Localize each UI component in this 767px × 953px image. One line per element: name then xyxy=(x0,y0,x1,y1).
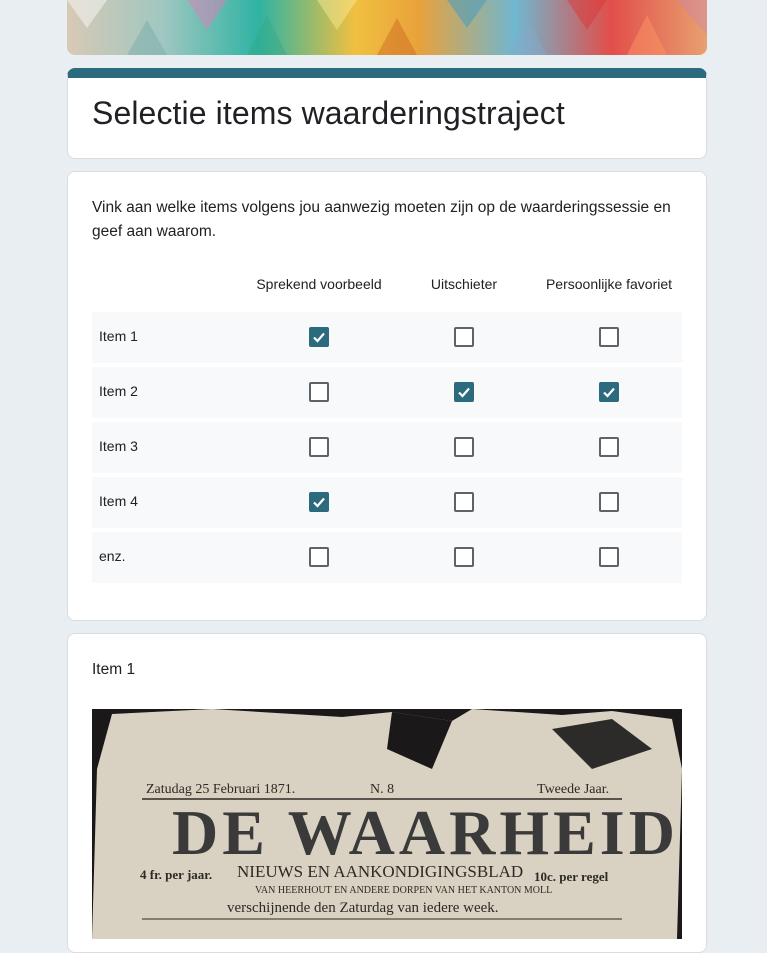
newspaper-image: Zatudag 25 Februari 1871. N. 8 Tweede Ja… xyxy=(92,709,682,939)
checkmark-icon xyxy=(313,497,325,508)
newspaper-year: Tweede Jaar. xyxy=(537,782,609,797)
checkmark-icon xyxy=(313,332,325,343)
grid-checkbox[interactable] xyxy=(599,437,619,457)
grid-checkbox[interactable] xyxy=(309,437,329,457)
newspaper-masthead: DE WAARHEID xyxy=(172,797,679,868)
newspaper-illustration: Zatudag 25 Februari 1871. N. 8 Tweede Ja… xyxy=(92,709,682,939)
grid-checkbox[interactable] xyxy=(454,327,474,347)
grid-checkbox[interactable] xyxy=(599,547,619,567)
header-banner xyxy=(67,0,707,55)
checkmark-icon xyxy=(458,387,470,398)
grid-row: Item 2 xyxy=(92,367,682,418)
grid-row-label: Item 2 xyxy=(99,383,138,399)
grid-checkbox[interactable] xyxy=(309,492,329,512)
newspaper-frequency: verschijnende den Zaturdag van iedere we… xyxy=(227,900,499,916)
checkmark-icon xyxy=(603,387,615,398)
newspaper-price-right: 10c. per regel xyxy=(534,869,609,884)
grid-checkbox[interactable] xyxy=(599,327,619,347)
banner-pattern xyxy=(67,0,707,55)
grid-row: Item 3 xyxy=(92,422,682,473)
grid-checkbox[interactable] xyxy=(454,437,474,457)
grid-checkbox[interactable] xyxy=(309,327,329,347)
newspaper-issue: N. 8 xyxy=(370,782,394,797)
form-title-card: Selectie items waarderingstraject xyxy=(67,68,707,159)
grid-row: Item 1 xyxy=(92,312,682,363)
newspaper-subtitle: NIEUWS EN AANKONDIGINGSBLAD xyxy=(237,862,523,881)
form-title: Selectie items waarderingstraject xyxy=(92,95,565,131)
grid-checkbox[interactable] xyxy=(309,382,329,402)
grid-row-label: Item 1 xyxy=(99,328,138,344)
image-item-title: Item 1 xyxy=(92,661,136,678)
grid-row-label: Item 4 xyxy=(99,493,138,509)
grid-checkbox[interactable] xyxy=(454,492,474,512)
column-header-sprekend-voorbeeld: Sprekend voorbeeld xyxy=(256,276,382,292)
newspaper-price-left: 4 fr. per jaar. xyxy=(140,867,212,882)
newspaper-subline: VAN HEERHOUT EN ANDERE DORPEN VAN HET KA… xyxy=(255,885,552,896)
grid-checkbox[interactable] xyxy=(599,382,619,402)
grid-checkbox[interactable] xyxy=(309,547,329,567)
grid-row: Item 4 xyxy=(92,477,682,528)
question-text: Vink aan welke items volgens jou aanwezi… xyxy=(92,199,671,240)
grid-row: enz. xyxy=(92,532,682,583)
grid-row-label: enz. xyxy=(99,548,126,564)
checkbox-grid-question: Vink aan welke items volgens jou aanwezi… xyxy=(67,171,707,621)
image-item-card: Item 1 Zatudag 25 Februari 1871. N. 8 Tw… xyxy=(67,633,707,953)
column-header-persoonlijke-favoriet: Persoonlijke favoriet xyxy=(545,276,673,292)
grid-checkbox[interactable] xyxy=(454,382,474,402)
grid-checkbox[interactable] xyxy=(599,492,619,512)
newspaper-date: Zatudag 25 Februari 1871. xyxy=(146,782,295,797)
grid-row-label: Item 3 xyxy=(99,438,138,454)
grid-checkbox[interactable] xyxy=(454,547,474,567)
column-header-uitschieter: Uitschieter xyxy=(430,276,498,292)
